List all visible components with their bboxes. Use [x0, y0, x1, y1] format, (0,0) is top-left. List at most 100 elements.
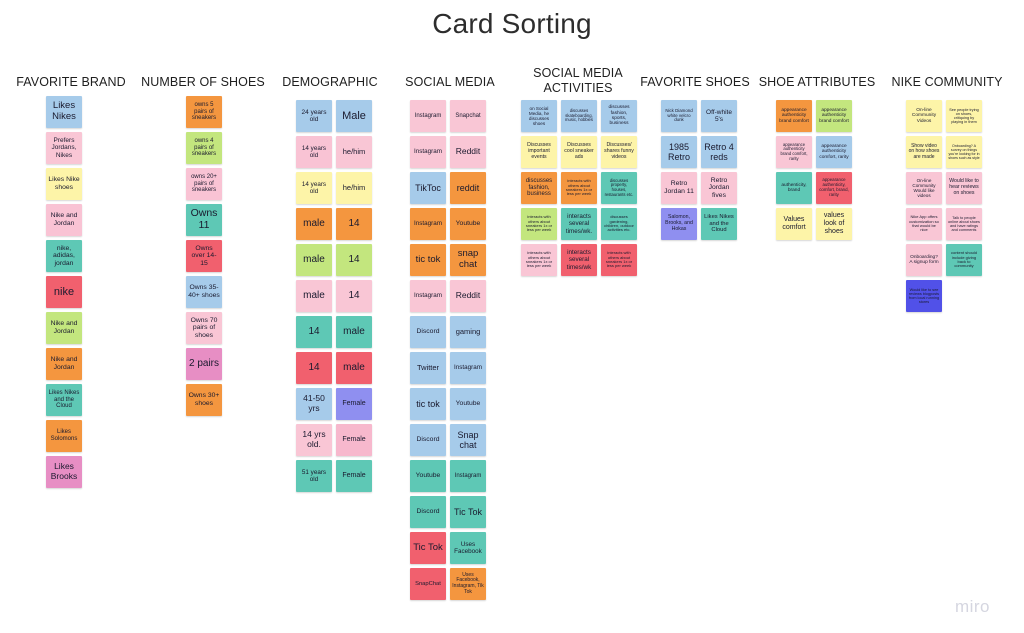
sticky-note[interactable]: Discord	[410, 424, 446, 456]
sticky-note[interactable]: Tic Tok	[410, 532, 446, 564]
sticky-note[interactable]: Female	[336, 388, 372, 420]
sticky-note[interactable]: Talk to people online about shoes and ha…	[946, 208, 982, 240]
sticky-note[interactable]: reddit	[450, 172, 486, 204]
sticky-note[interactable]: Likes Nikes and the Cloud	[701, 208, 737, 240]
sticky-note[interactable]: Twitter	[410, 352, 446, 384]
sticky-note[interactable]: he/him	[336, 172, 372, 204]
sticky-note[interactable]: owns 20+ pairs of sneakers	[186, 168, 222, 200]
sticky-note[interactable]: snap chat	[450, 244, 486, 276]
sticky-note[interactable]: Retro Jordan 11	[661, 172, 697, 204]
sticky-note[interactable]: Likes Nikes	[46, 96, 82, 128]
sticky-note[interactable]: 14	[336, 208, 372, 240]
sticky-note[interactable]: 14 years old	[296, 136, 332, 168]
sticky-note[interactable]: discusses fashion, sports, business	[601, 100, 637, 132]
sticky-note[interactable]: 14 years old	[296, 172, 332, 204]
sticky-note[interactable]: See people trying on shoes, critiquing b…	[946, 100, 982, 132]
sticky-note[interactable]: Tic Tok	[450, 496, 486, 528]
sticky-note[interactable]: nike	[46, 276, 82, 308]
sticky-note[interactable]: Off-white 5's	[701, 100, 737, 132]
sticky-note[interactable]: authenticity, brand	[776, 172, 812, 204]
sticky-note[interactable]: Onboarding? A signup form	[906, 244, 942, 276]
sticky-note[interactable]: male	[296, 244, 332, 276]
sticky-note[interactable]: Instagram	[410, 136, 446, 168]
sticky-note[interactable]: Uses Facebook, Instagram, Tik Tok	[450, 568, 486, 600]
sticky-note[interactable]: Discusses cool sneaker ads	[561, 136, 597, 168]
sticky-note[interactable]: Likes Nike shoes	[46, 168, 82, 200]
sticky-note[interactable]: 14 yrs old.	[296, 424, 332, 456]
sticky-note[interactable]: 14	[336, 280, 372, 312]
sticky-note[interactable]: Owns 30+ shoes	[186, 384, 222, 416]
sticky-note[interactable]: male	[296, 208, 332, 240]
sticky-note[interactable]: 41-50 yrs	[296, 388, 332, 420]
sticky-note[interactable]: Uses Facebook	[450, 532, 486, 564]
sticky-note[interactable]: discusses property, houses, restaurants …	[601, 172, 637, 204]
sticky-note[interactable]: on Social Media, he discusses shoes	[521, 100, 557, 132]
sticky-note[interactable]: Nike and Jordan	[46, 204, 82, 236]
sticky-note[interactable]: he/him	[336, 136, 372, 168]
sticky-note[interactable]: male	[336, 316, 372, 348]
sticky-note[interactable]: TikToc	[410, 172, 446, 204]
sticky-note[interactable]: tic tok	[410, 388, 446, 420]
sticky-note[interactable]: values look of shoes	[816, 208, 852, 240]
sticky-note[interactable]: Salomon, Brooks, and Hokas	[661, 208, 697, 240]
sticky-note[interactable]: Retro 4 reds	[701, 136, 737, 168]
sticky-note[interactable]: 24 years old	[296, 100, 332, 132]
sticky-note[interactable]: Instagram	[410, 280, 446, 312]
sticky-note[interactable]: Nick Diamond white velcro dunk	[661, 100, 697, 132]
sticky-note[interactable]: Owns 11	[186, 204, 222, 236]
sticky-note[interactable]: 2 pairs	[186, 348, 222, 380]
sticky-note[interactable]: Instagram	[410, 208, 446, 240]
sticky-note[interactable]: 51 years old	[296, 460, 332, 492]
sticky-note[interactable]: Discusses/ shares funny videos	[601, 136, 637, 168]
sticky-note[interactable]: interacts several times/wk	[561, 244, 597, 276]
sticky-note[interactable]: Show video on how shoes are made	[906, 136, 942, 168]
sticky-note[interactable]: interacts with others about sneakers 1x …	[601, 244, 637, 276]
sticky-note[interactable]: Likes Brooks	[46, 456, 82, 488]
sticky-note[interactable]: Owns 35-40+ shoes	[186, 276, 222, 308]
sticky-note[interactable]: nike, adidas, jordan	[46, 240, 82, 272]
sticky-note[interactable]: Onboarding? A survey on things you're lo…	[946, 136, 982, 168]
sticky-note[interactable]: Snap chat	[450, 424, 486, 456]
sticky-note[interactable]: On-line Community Would like videos	[906, 172, 942, 204]
sticky-note[interactable]: Reddit	[450, 280, 486, 312]
sticky-note[interactable]: interacts with others about sneakers 1x …	[561, 172, 597, 204]
sticky-note[interactable]: Female	[336, 460, 372, 492]
sticky-note[interactable]: appearance authenticity comfort, rarity	[816, 136, 852, 168]
sticky-note[interactable]: Likes Solomons	[46, 420, 82, 452]
sticky-note[interactable]: interacts with others about sneakers 1x …	[521, 208, 557, 240]
sticky-note[interactable]: appearance authenticity, comfort, brand,…	[816, 172, 852, 204]
sticky-note[interactable]: discusses fashion, business	[521, 172, 557, 204]
sticky-note[interactable]: 14	[296, 352, 332, 384]
sticky-note[interactable]: Likes Nikes and the Cloud	[46, 384, 82, 416]
sticky-note[interactable]: Snapchat	[450, 100, 486, 132]
sticky-note[interactable]: Discusses important events	[521, 136, 557, 168]
sticky-note[interactable]: Discord	[410, 316, 446, 348]
sticky-note[interactable]: owns 5 pairs of sneakers	[186, 96, 222, 128]
sticky-note[interactable]: Male	[336, 100, 372, 132]
sticky-note[interactable]: male	[296, 280, 332, 312]
sticky-note[interactable]: On-line Community Videos	[906, 100, 942, 132]
sticky-note[interactable]: Would like to see reviews blogposts from…	[906, 280, 942, 312]
sticky-note[interactable]: tic tok	[410, 244, 446, 276]
sticky-note[interactable]: content should include giving back to co…	[946, 244, 982, 276]
sticky-note[interactable]: 14	[296, 316, 332, 348]
sticky-note[interactable]: Instagram	[450, 460, 486, 492]
sticky-note[interactable]: Reddit	[450, 136, 486, 168]
sticky-note[interactable]: Values comfort	[776, 208, 812, 240]
sticky-note[interactable]: male	[336, 352, 372, 384]
sticky-note[interactable]: appearance authenticity brand comfort, r…	[776, 136, 812, 168]
sticky-note[interactable]: Would like to hear reviews on shoes	[946, 172, 982, 204]
sticky-note[interactable]: Prefers Jordans, Nikes	[46, 132, 82, 164]
sticky-note[interactable]: Nike and Jordan	[46, 312, 82, 344]
sticky-note[interactable]: Youtube	[450, 388, 486, 420]
sticky-note[interactable]: Youtube	[410, 460, 446, 492]
sticky-note[interactable]: Owns over 14-15	[186, 240, 222, 272]
sticky-note[interactable]: 1985 Retro	[661, 136, 697, 168]
sticky-note[interactable]: gaming	[450, 316, 486, 348]
sticky-note[interactable]: Instagram	[410, 100, 446, 132]
sticky-note[interactable]: Youtube	[450, 208, 486, 240]
sticky-note[interactable]: appearance authenticity brand comfort	[816, 100, 852, 132]
sticky-note[interactable]: interacts several times/wk.	[561, 208, 597, 240]
sticky-note[interactable]: Instagram	[450, 352, 486, 384]
sticky-note[interactable]: interacts with others about sneakers 1x …	[521, 244, 557, 276]
